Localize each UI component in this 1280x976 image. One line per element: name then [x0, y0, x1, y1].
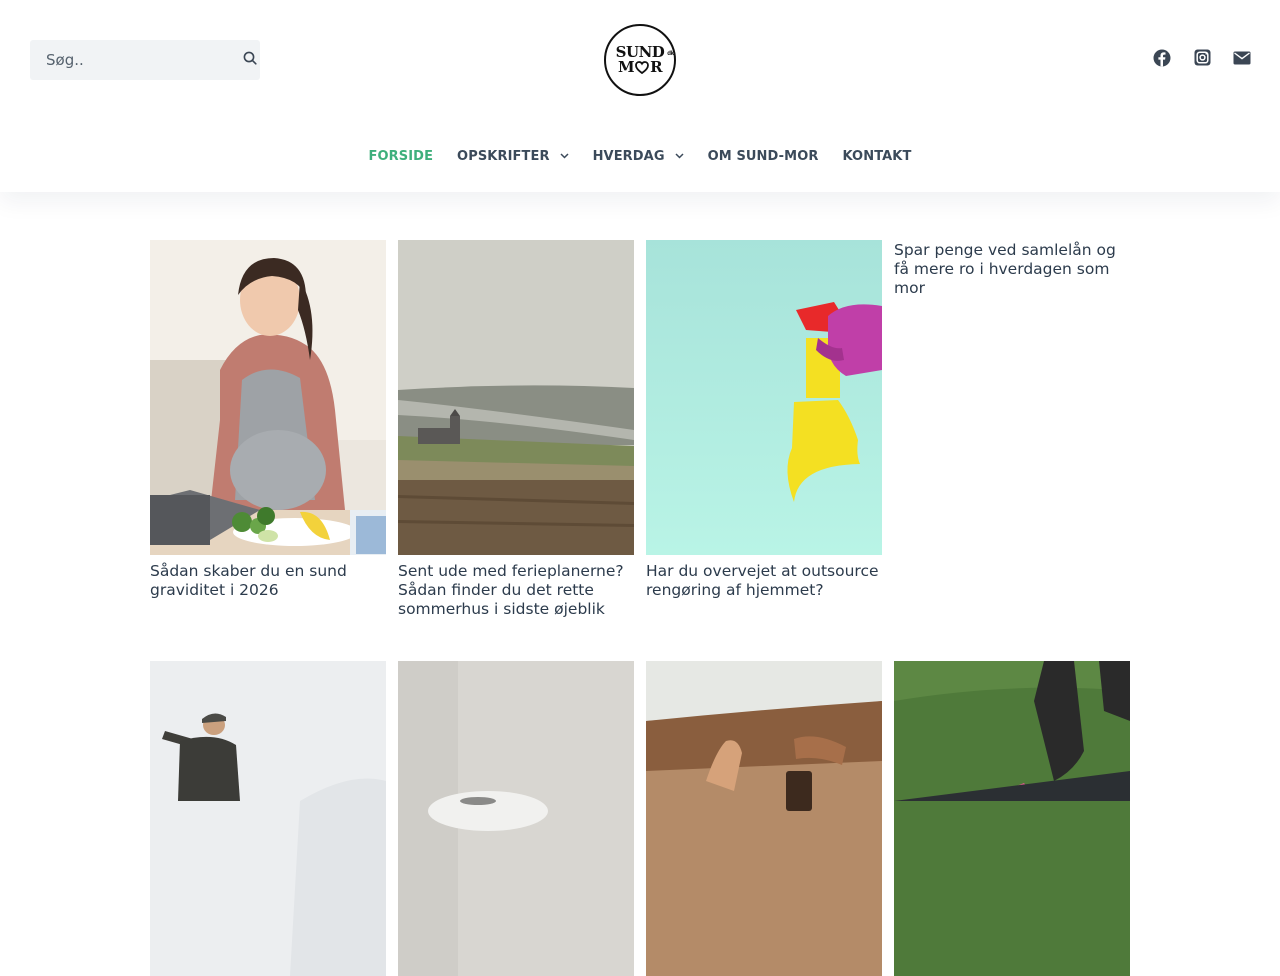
post-title[interactable]: Har du overvejet at outsource rengøring …	[646, 562, 882, 600]
facebook-icon	[1153, 49, 1171, 72]
post-card[interactable]	[646, 661, 882, 976]
nav-item-kontakt[interactable]: KONTAKT	[830, 149, 923, 164]
post-thumbnail[interactable]	[646, 240, 882, 555]
nav-item-om-sund-mor[interactable]: OM SUND-MOR	[696, 149, 831, 164]
site-logo[interactable]: SUND dk M R	[604, 24, 676, 96]
post-title[interactable]: Sent ude med ferieplanerne? Sådan finder…	[398, 562, 634, 619]
post-title[interactable]: Sådan skaber du en sund graviditet i 202…	[150, 562, 386, 600]
post-thumbnail[interactable]	[894, 661, 1130, 976]
post-card[interactable]: Har du overvejet at outsource rengøring …	[646, 240, 882, 600]
post-thumbnail[interactable]	[398, 240, 634, 555]
post-card[interactable]: Spar penge ved samlelån og få mere ro i …	[894, 240, 1130, 298]
chevron-down-icon	[560, 153, 569, 159]
post-title[interactable]: Spar penge ved samlelån og få mere ro i …	[894, 240, 1130, 298]
post-card[interactable]: Sent ude med ferieplanerne? Sådan finder…	[398, 240, 634, 619]
post-card[interactable]: Sådan skaber du en sund graviditet i 202…	[150, 240, 386, 600]
search-box	[30, 40, 260, 80]
post-card[interactable]	[150, 661, 386, 976]
instagram-icon	[1194, 49, 1211, 71]
instagram-link[interactable]	[1192, 49, 1212, 71]
mail-icon	[1233, 51, 1251, 70]
post-thumbnail[interactable]	[398, 661, 634, 976]
main-nav: FORSIDE OPSKRIFTER HVERDAG OM SUND-MOR K…	[0, 138, 1280, 174]
heart-icon	[635, 61, 649, 74]
chevron-down-icon	[675, 153, 684, 159]
search-icon	[243, 51, 257, 70]
search-input[interactable]	[30, 40, 240, 80]
nav-item-hverdag[interactable]: HVERDAG	[581, 149, 696, 164]
logo-line-2: M R	[617, 58, 663, 76]
post-card[interactable]	[398, 661, 634, 976]
post-thumbnail[interactable]	[150, 661, 386, 976]
site-header: SUNDdk M R FORSIDE OPSKRIFTER HVERDAG OM…	[0, 0, 1280, 192]
nav-item-forside[interactable]: FORSIDE	[357, 149, 446, 164]
post-thumbnail[interactable]	[150, 240, 386, 555]
nav-item-opskrifter[interactable]: OPSKRIFTER	[445, 149, 581, 164]
post-thumbnail[interactable]	[646, 661, 882, 976]
logo-line-1: SUND dk	[615, 43, 674, 61]
post-card[interactable]	[894, 661, 1130, 976]
facebook-link[interactable]	[1152, 49, 1172, 72]
search-button[interactable]	[240, 40, 260, 80]
mail-link[interactable]	[1232, 50, 1252, 70]
